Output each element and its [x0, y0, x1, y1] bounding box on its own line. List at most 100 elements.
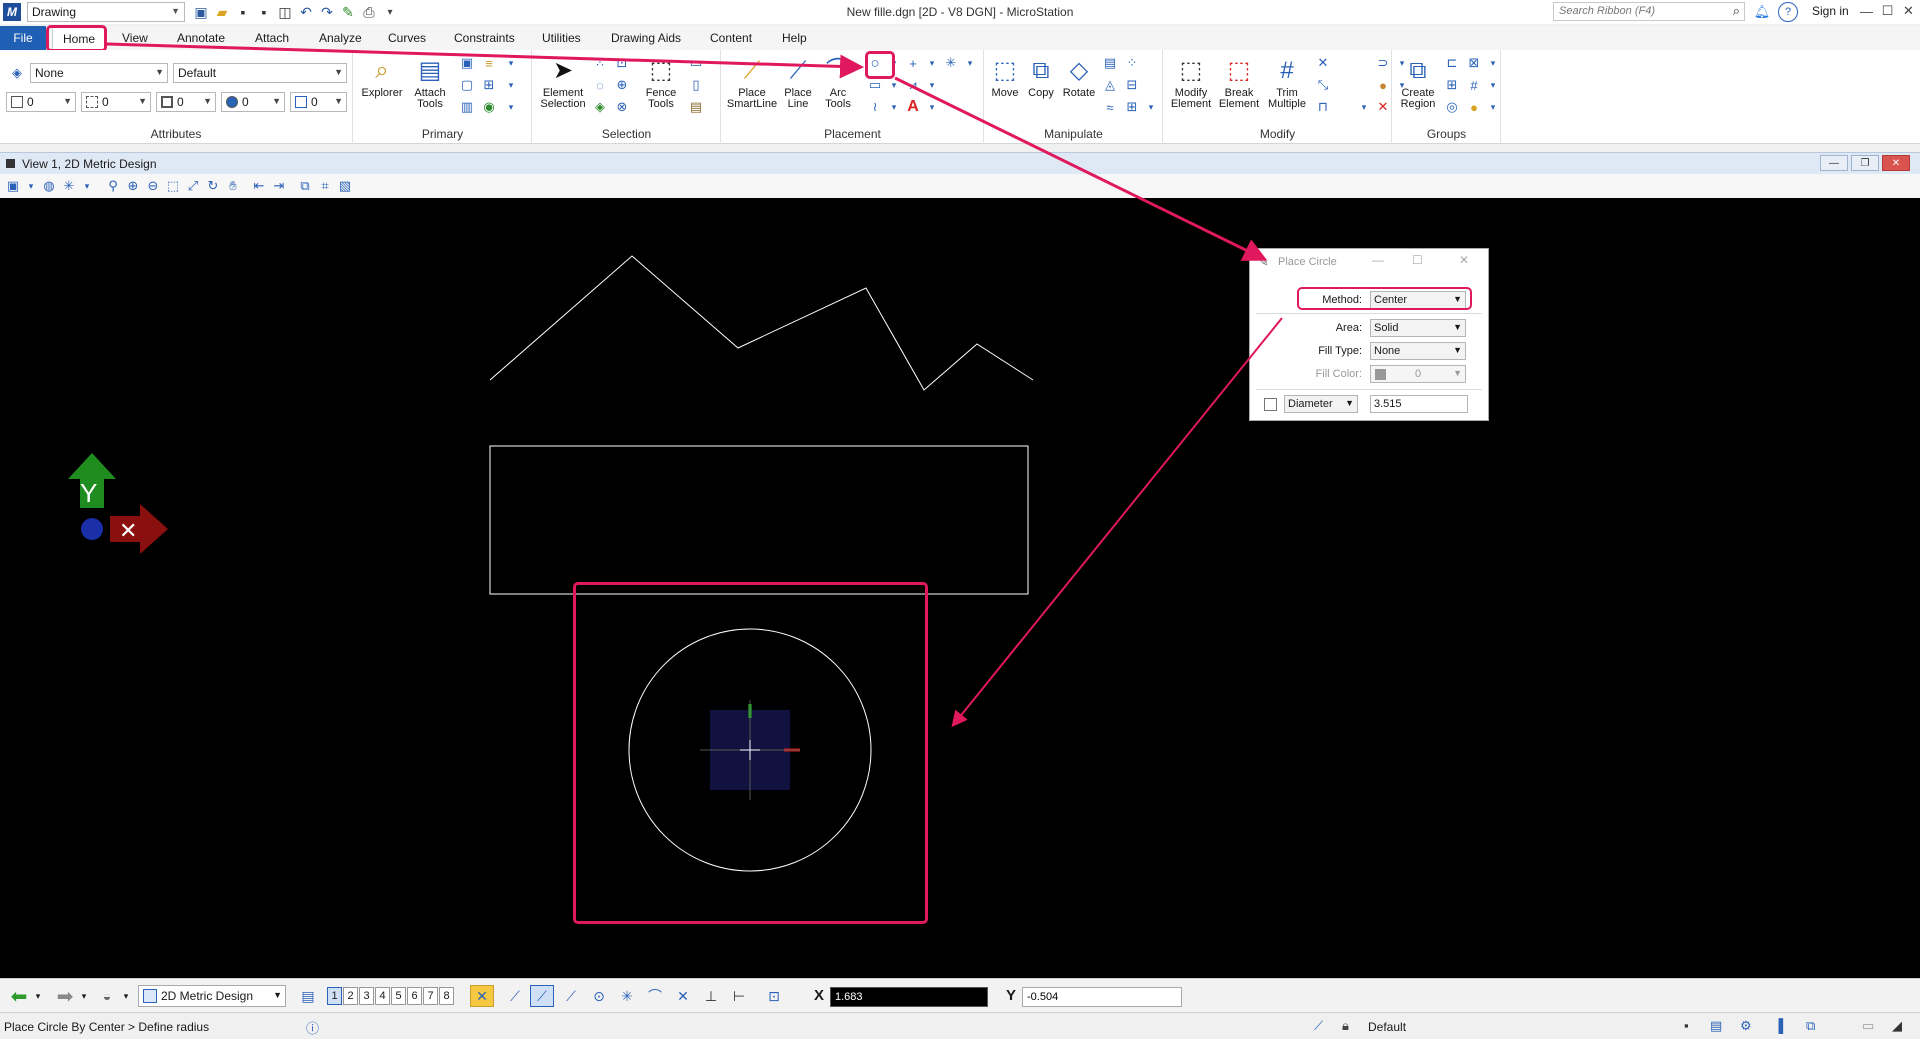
notification-bell-icon[interactable]: 🔔︎	[1752, 2, 1772, 22]
select-circle-icon[interactable]: ◌	[591, 76, 609, 94]
select-all-icon[interactable]: ⁙	[591, 54, 609, 72]
view-close-icon[interactable]: ✕	[1882, 155, 1910, 171]
chevron-down-icon[interactable]: ▾	[502, 54, 520, 72]
view-previous-icon[interactable]: ⇤	[250, 177, 268, 195]
sign-in-link[interactable]: Sign in	[1812, 4, 1849, 18]
explorer-button[interactable]: ⌕ Explorer	[358, 54, 406, 99]
fill-color-combo[interactable]: 0 ▼	[1370, 365, 1466, 383]
chevron-down-icon[interactable]: ▾	[888, 98, 900, 116]
references-icon[interactable]: ◉	[480, 98, 498, 116]
fillet-icon[interactable]: ⊃	[1374, 54, 1392, 72]
view-menu-icon[interactable]	[6, 159, 15, 168]
chevron-down-icon[interactable]: ▾	[1358, 98, 1370, 116]
trim-multiple-button[interactable]: # Trim Multiple	[1264, 54, 1310, 110]
place-multiline-icon[interactable]: ⩘	[904, 76, 922, 94]
place-text-icon[interactable]: A	[904, 98, 922, 116]
pin-icon[interactable]: ✎	[339, 3, 357, 21]
break-element-button[interactable]: ⬚ Break Element	[1216, 54, 1262, 110]
dialog-title-bar[interactable]: ✎ Place Circle — ☐ ✕	[1250, 249, 1488, 275]
chevron-down-icon[interactable]: ▾	[22, 177, 40, 195]
line-weight-combo[interactable]: 0 ▼	[156, 92, 216, 112]
attach-tools-button[interactable]: ▤ Attach Tools	[406, 54, 454, 110]
panel-icon[interactable]: ▭	[1862, 1018, 1874, 1034]
snap-origin-icon[interactable]: ✳	[616, 985, 638, 1007]
print-status-icon[interactable]: ⧉	[1806, 1018, 1815, 1034]
chevron-down-icon[interactable]: ▾	[1487, 76, 1499, 94]
chevron-down-icon[interactable]: ▾	[1487, 98, 1499, 116]
place-smartline-button[interactable]: ⟋ Place SmartLine	[726, 54, 778, 110]
place-point-icon[interactable]: +	[904, 54, 922, 72]
lightbulb-icon[interactable]: ●	[1465, 98, 1483, 116]
dimension-mode-combo[interactable]: Diameter ▼	[1284, 395, 1358, 413]
delete-icon[interactable]: ✕	[1374, 98, 1392, 116]
chevron-down-icon[interactable]: ▾	[78, 177, 96, 195]
view-toggle-1[interactable]: 1	[327, 987, 342, 1005]
maximize-icon[interactable]: ☐	[1877, 0, 1898, 22]
window-area-icon[interactable]: ⬚	[164, 177, 182, 195]
chevron-down-icon[interactable]: ▾	[78, 985, 90, 1007]
snap-center-icon[interactable]: ⊙	[588, 985, 610, 1007]
compress-icon[interactable]: ◫	[276, 3, 294, 21]
dialog-close-icon[interactable]: ✕	[1459, 253, 1469, 267]
tab-view[interactable]: View	[112, 26, 158, 50]
workflow-select[interactable]: Drawing ▼	[27, 2, 185, 22]
zoom-in-icon[interactable]: ⊕	[124, 177, 142, 195]
view-groups-icon[interactable]: ▤	[296, 985, 320, 1007]
align-icon[interactable]: ⊟	[1123, 76, 1141, 94]
print-icon[interactable]: ⎙	[360, 3, 378, 21]
zoom-out-icon[interactable]: ⊖	[144, 177, 162, 195]
intersect-icon[interactable]: ✕	[1314, 54, 1332, 72]
diameter-lock-checkbox[interactable]	[1264, 398, 1277, 411]
save-settings-icon[interactable]: ▪	[255, 3, 273, 21]
active-model-combo[interactable]: 2D Metric Design ▼	[138, 985, 286, 1007]
chevron-down-icon[interactable]: ▾	[888, 76, 900, 94]
extend-icon[interactable]: ⤡	[1314, 76, 1332, 94]
forward-icon[interactable]: ➡	[52, 985, 78, 1008]
snap-perpendicular-icon[interactable]: ⊥	[700, 985, 722, 1007]
lighting-icon[interactable]: ✳	[60, 177, 78, 195]
rotate-view-icon[interactable]: ↻	[204, 177, 222, 195]
place-block-icon[interactable]: ▭	[866, 76, 884, 94]
tab-home[interactable]: Home	[52, 26, 107, 50]
customize-qat-icon[interactable]: ▾	[381, 3, 399, 21]
chevron-down-icon[interactable]: ▾	[1487, 54, 1499, 72]
fence-paste-icon[interactable]: ▯	[687, 76, 705, 94]
chevron-down-icon[interactable]: ▾	[502, 98, 520, 116]
view-toggle-8[interactable]: 8	[439, 987, 454, 1005]
level-manager-icon[interactable]: ◈	[8, 64, 26, 82]
drawing-canvas[interactable]: Y ✕	[0, 198, 1920, 978]
close-icon[interactable]: ✕	[1898, 0, 1919, 22]
models-icon[interactable]: ▣	[458, 54, 476, 72]
transparency-combo[interactable]: 0 ▼	[221, 92, 285, 112]
snap-parallel-icon[interactable]: ⊢	[728, 985, 750, 1007]
rectangle-element[interactable]	[489, 445, 1029, 595]
place-circle-icon[interactable]: ○	[866, 54, 884, 72]
fit-view-icon[interactable]: ⤢	[184, 177, 202, 195]
open-folder-icon[interactable]: ▰	[213, 3, 231, 21]
view-next-icon[interactable]: ⇥	[270, 177, 288, 195]
tab-attach[interactable]: Attach	[245, 26, 299, 50]
fill-type-combo[interactable]: None ▼	[1370, 342, 1466, 360]
tab-help[interactable]: Help	[772, 26, 817, 50]
accudraw-toggle-icon[interactable]: ⊡	[762, 985, 786, 1007]
area-combo[interactable]: Solid ▼	[1370, 319, 1466, 337]
chevron-down-icon[interactable]: ▾	[926, 98, 938, 116]
tab-utilities[interactable]: Utilities	[532, 26, 591, 50]
search-icon[interactable]: ⌕	[1733, 3, 1740, 19]
spin-icon[interactable]: ⊞	[1123, 98, 1141, 116]
chevron-down-icon[interactable]: ▾	[1145, 98, 1157, 116]
view-minimize-icon[interactable]: —	[1820, 155, 1848, 171]
tab-analyze[interactable]: Analyze	[309, 26, 372, 50]
element-selection-button[interactable]: ➤ Element Selection	[535, 54, 591, 110]
lock-icon[interactable]: 🔒︎	[1342, 1018, 1349, 1034]
view-toggle-6[interactable]: 6	[407, 987, 422, 1005]
undo-icon[interactable]: ↶	[297, 3, 315, 21]
move-button[interactable]: ⬚ Move	[987, 54, 1023, 99]
color-combo[interactable]: 0 ▼	[6, 92, 76, 112]
levels-icon[interactable]: ≡	[480, 54, 498, 72]
chevron-down-icon[interactable]: ▾	[888, 54, 900, 72]
place-cell-icon[interactable]: ✳	[942, 54, 960, 72]
place-line-button[interactable]: ⟋ Place Line	[778, 54, 818, 110]
chevron-down-icon[interactable]: ▾	[502, 76, 520, 94]
zigzag-line[interactable]	[489, 255, 1034, 391]
